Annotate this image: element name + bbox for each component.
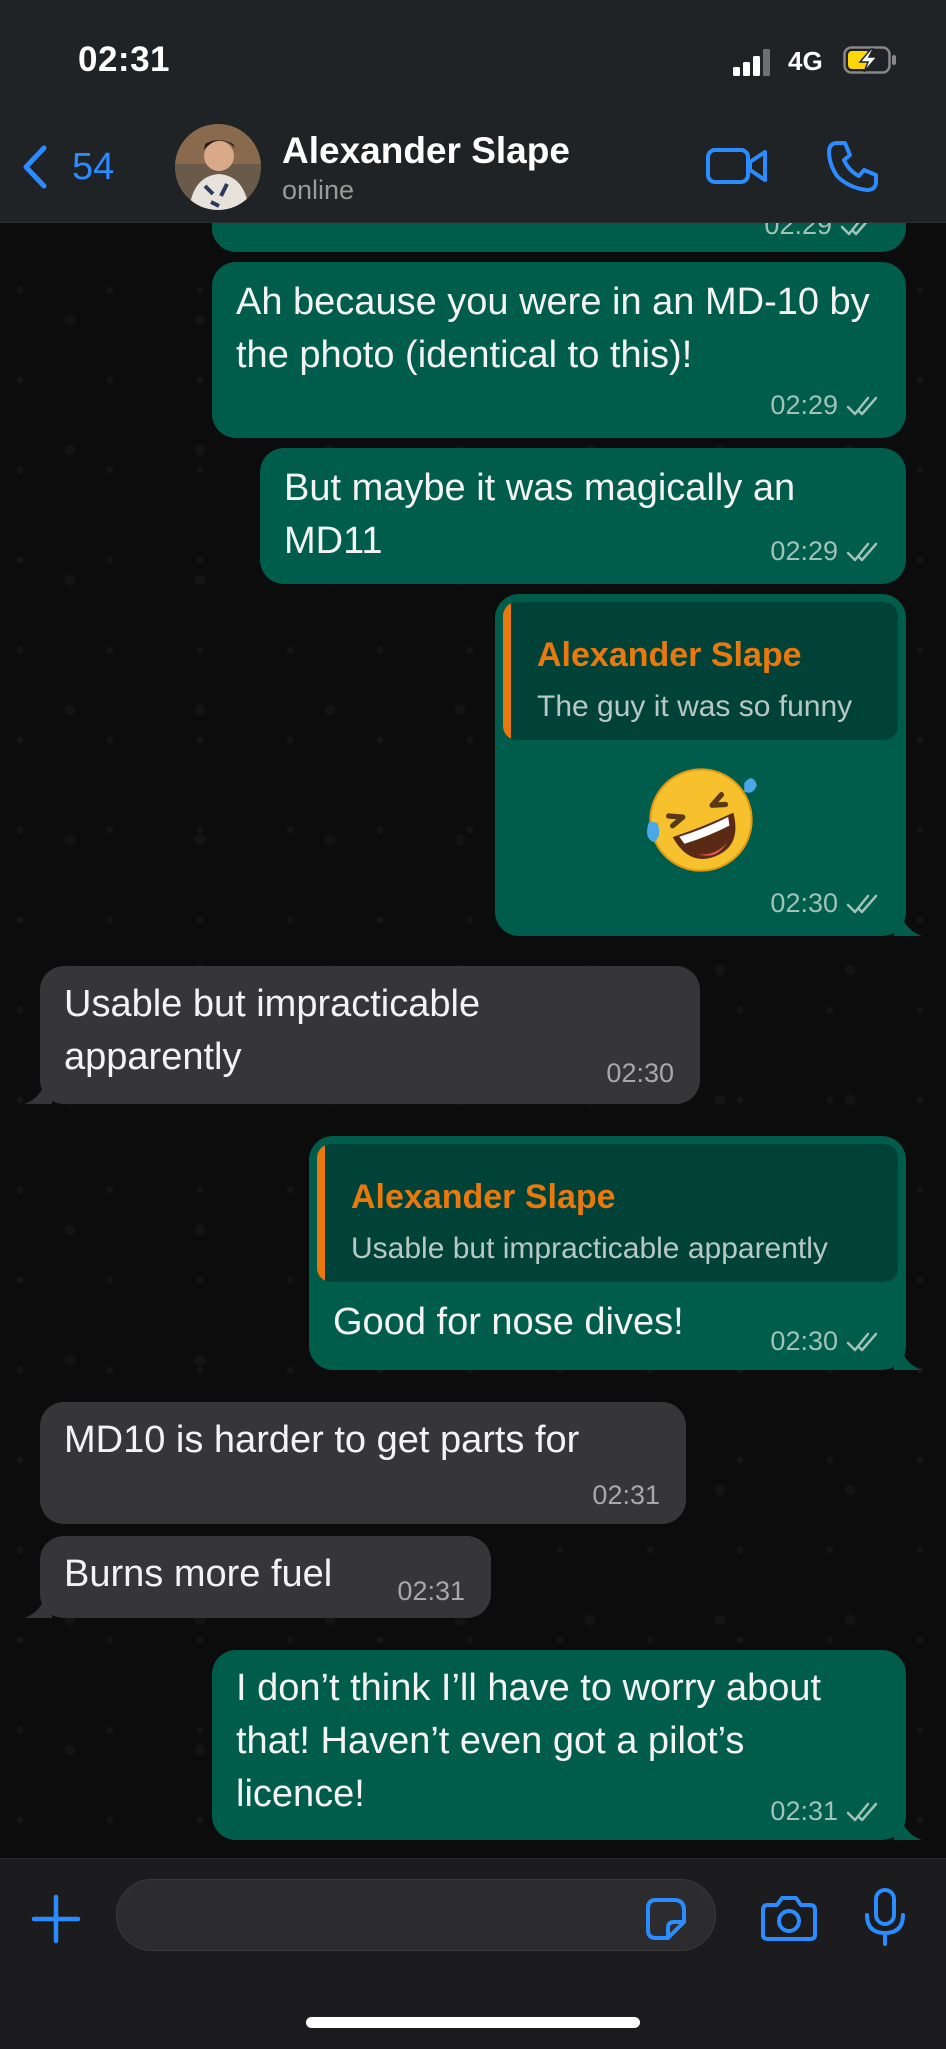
chat-header: 54 Alexander Slape online [0,120,946,223]
message-bubble-outgoing-reply[interactable]: Alexander Slape The guy it was so funny … [495,594,922,936]
message-meta: 02:31 [592,1480,660,1511]
camera-icon[interactable] [760,1893,818,1943]
read-ticks-icon [846,1332,878,1351]
message-time: 02:30 [770,1326,838,1356]
message-input[interactable] [116,1879,716,1951]
read-ticks-icon [846,396,878,415]
quote-accent-bar [317,1144,325,1282]
message-time: 02:31 [397,1576,465,1606]
message-meta: 02:30 [770,1326,882,1357]
back-chevron-icon [23,145,47,189]
quoted-author: Alexander Slape [537,636,802,674]
message-bubble-outgoing[interactable]: I don’t think I’ll have to worry about t… [212,1650,922,1840]
quoted-author: Alexander Slape [351,1178,616,1216]
back-button[interactable]: 54 [20,142,114,192]
composer-bar [0,1858,946,2049]
bubble-tail [24,1078,52,1104]
avatar[interactable] [175,124,261,210]
quoted-message[interactable]: Alexander Slape Usable but impracticable… [317,1144,898,1282]
message-meta: 02:29 [770,536,882,567]
message-meta: 02:31 [397,1576,465,1607]
phone-icon[interactable] [825,138,881,194]
plus-icon[interactable] [28,1891,84,1947]
message-bubble-incoming[interactable]: Usable but impracticable apparently 02:3… [24,966,700,1104]
message-time: 02:31 [592,1480,660,1510]
contact-status: online [282,175,355,205]
message-bubble-outgoing[interactable]: Ah because you were in an MD-10 by the p… [212,262,906,438]
quote-accent-bar [503,602,511,740]
signal-strength-icon [733,48,773,76]
message-bubble-incoming[interactable]: Burns more fuel 02:31 [24,1536,491,1618]
message-text: But maybe it was magically an MD11 [284,467,796,562]
read-ticks-icon [846,542,878,561]
message-meta: 02:31 [770,1796,882,1827]
message-time: 02:30 [770,888,838,918]
bubble-tail [894,1344,922,1370]
bubble-tail [24,1592,52,1618]
message-text: MD10 is harder to get parts for [64,1419,580,1461]
video-call-icon[interactable] [705,142,769,190]
unread-count: 54 [72,145,115,188]
microphone-icon[interactable] [862,1887,908,1947]
clock: 02:31 [78,40,171,79]
message-bubble-incoming[interactable]: MD10 is harder to get parts for 02:31 [40,1402,686,1524]
bubble-tail [894,910,922,936]
network-type: 4G [788,46,823,76]
message-meta: 02:30 [770,888,882,919]
rolling-laughing-emoji [646,768,757,872]
quoted-text: The guy it was so funny [537,690,853,723]
message-time: 02:30 [606,1058,674,1088]
bubble-tail [894,1814,922,1840]
message-bubble-outgoing[interactable]: But maybe it was magically an MD11 02:29 [260,448,906,584]
quoted-text: Usable but impracticable apparently [351,1232,828,1265]
message-meta: 02:30 [606,1058,674,1089]
read-ticks-icon [846,1802,878,1821]
quoted-message[interactable]: Alexander Slape The guy it was so funny [503,602,898,740]
message-text: Usable but impracticable apparently [64,983,481,1078]
battery-charging-icon [843,46,896,74]
message-text: Good for nose dives! [333,1301,684,1343]
status-bar: 02:31 4G [0,0,946,120]
sticker-icon[interactable] [642,1896,688,1942]
message-time: 02:29 [770,390,838,420]
contact-name[interactable]: Alexander Slape [282,130,570,172]
message-meta: 02:29 [770,390,882,421]
home-indicator[interactable] [306,2017,640,2028]
message-text: Ah because you were in an MD-10 by the p… [236,281,870,376]
message-text: Burns more fuel [64,1553,333,1595]
message-time: 02:31 [770,1796,838,1826]
message-bubble-outgoing-reply[interactable]: Alexander Slape Usable but impracticable… [309,1136,922,1370]
read-ticks-icon [846,894,878,913]
message-time: 02:29 [770,536,838,566]
